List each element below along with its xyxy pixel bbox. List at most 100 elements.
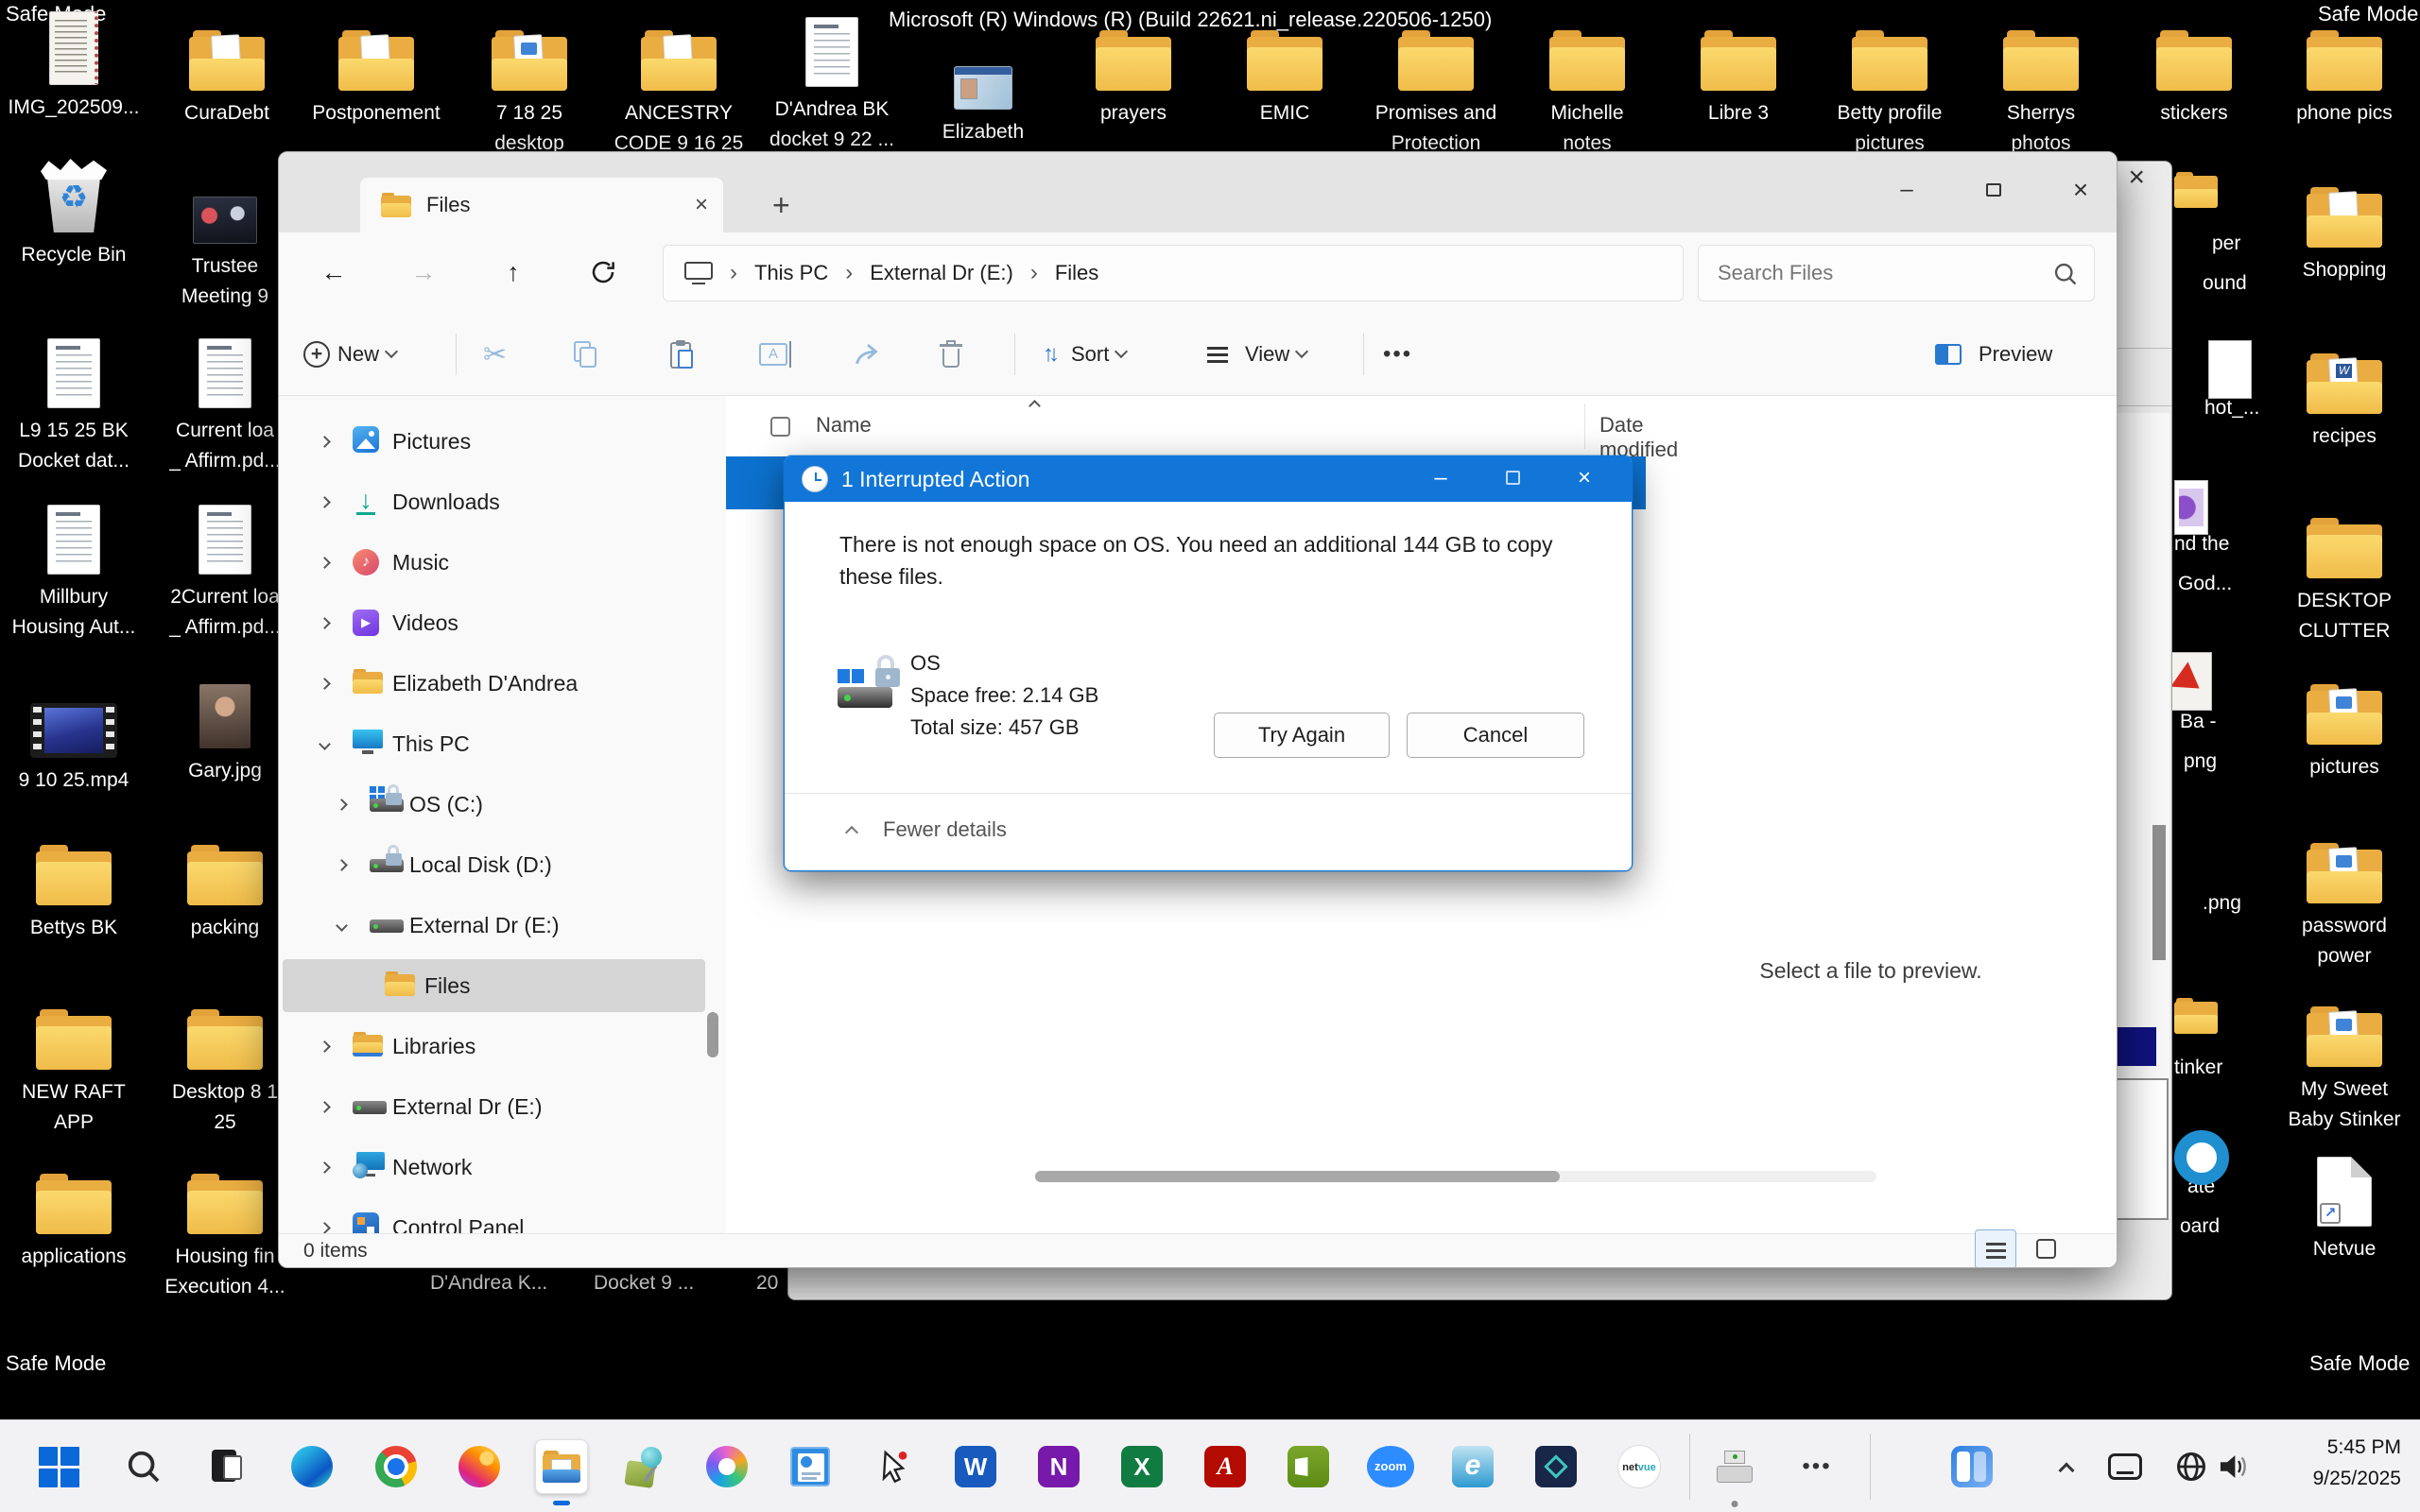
desktop-icon-desktop-clutter[interactable]: DESKTOPCLUTTER [2269, 503, 2420, 646]
sidebar-item-files[interactable]: Files [283, 959, 705, 1012]
scrollbar-thumb[interactable] [1035, 1171, 1560, 1182]
chevron-right-icon[interactable] [319, 557, 331, 569]
desktop-icon-prayers[interactable]: prayers [1058, 15, 1209, 129]
share-button[interactable] [852, 326, 884, 383]
close-button[interactable]: × [1556, 456, 1613, 502]
taskbar-button-acrobat[interactable]: A [1199, 1439, 1252, 1494]
sidebar-item-local-disk-d[interactable]: Local Disk (D:) [283, 838, 705, 891]
desktop-icon-betty-profile-pictures[interactable]: Betty profilepictures [1814, 15, 1965, 159]
search-box[interactable] [1698, 245, 2095, 301]
sidebar-item-control-panel[interactable]: Control Panel [283, 1201, 705, 1233]
desktop-icon-applications[interactable]: applications [0, 1159, 149, 1272]
taskbar-button-cursor-app[interactable] [867, 1439, 920, 1494]
desktop-icon-recycle-bin[interactable]: ♻Recycle Bin [0, 157, 149, 270]
breadcrumb-chevron-icon[interactable]: › [1030, 260, 1038, 286]
delete-button[interactable] [939, 326, 963, 383]
taskbar-button-touch-keyboard[interactable] [2099, 1439, 2152, 1494]
sidebar-item-elizabeth-dandrea[interactable]: Elizabeth D'Andrea [283, 657, 705, 710]
taskbar-button-copilot[interactable] [700, 1439, 753, 1494]
taskbar-button-search[interactable] [117, 1439, 170, 1494]
desktop-icon-curadebt[interactable]: CuraDebt [151, 15, 302, 129]
desktop-icon-img-202509[interactable]: IMG_202509... [0, 9, 149, 123]
taskbar-clock[interactable]: 5:45 PM 9/25/2025 [2313, 1432, 2401, 1494]
taskbar-button-chevron-up[interactable] [2040, 1439, 2093, 1494]
taskbar-button-task-view[interactable] [200, 1439, 253, 1494]
up-button[interactable]: ↑ [487, 246, 540, 299]
new-button[interactable]: + New [303, 326, 396, 383]
chevron-right-icon[interactable] [319, 1222, 331, 1233]
breadcrumb-chevron-icon[interactable]: › [845, 260, 853, 286]
sidebar-item-downloads[interactable]: ↓Downloads [283, 475, 705, 528]
taskbar-button-diamond-app[interactable] [1530, 1439, 1582, 1494]
minimize-button[interactable]: – [1412, 456, 1469, 502]
tab-files[interactable]: Files × [360, 178, 723, 232]
desktop-icon-l9-15-25-bk-docket[interactable]: L9 15 25 BKDocket dat... [0, 333, 149, 476]
breadcrumb-item[interactable]: Files [1055, 261, 1098, 285]
sidebar-item-os-c[interactable]: OS (C:) [283, 778, 705, 831]
chevron-right-icon[interactable] [319, 496, 331, 508]
maximize-button[interactable] [1963, 169, 2024, 211]
desktop-icon-libre-3[interactable]: Libre 3 [1663, 15, 1814, 129]
dialog-title-bar[interactable]: 1 Interrupted Action – × [785, 456, 1632, 502]
desktop-icon-dandrea-bk-docket[interactable]: D'Andrea BKdocket 9 22 ... [756, 11, 908, 155]
chevron-down-icon[interactable] [319, 738, 331, 750]
column-divider[interactable] [1584, 404, 1585, 449]
desktop-icon-my-sweet-baby-stinker[interactable]: My SweetBaby Stinker [2269, 991, 2420, 1135]
taskbar-button-zoom-app[interactable]: zoom [1364, 1439, 1417, 1494]
desktop-icon-netvue[interactable]: ↗Netvue [2269, 1151, 2420, 1264]
maximize-button[interactable] [1484, 456, 1541, 502]
desktop-icon-promises-and-protection[interactable]: Promises andProtection [1360, 15, 1512, 159]
desktop-icon-9-10-25-mp4[interactable]: 9 10 25.mp4 [0, 682, 149, 796]
chevron-right-icon[interactable] [336, 859, 348, 871]
chevron-right-icon[interactable] [319, 1040, 331, 1053]
close-icon[interactable]: × [2128, 162, 2145, 194]
close-button[interactable]: × [2050, 169, 2111, 211]
sort-button[interactable]: ↑↓ Sort [1043, 326, 1126, 383]
select-all-checkbox[interactable] [770, 417, 790, 437]
sidebar-item-network[interactable]: Network [283, 1141, 705, 1194]
forward-button[interactable]: → [397, 246, 450, 299]
desktop-icon-postponement[interactable]: Postponement [301, 15, 452, 129]
taskbar-button-pushpin-app[interactable] [617, 1439, 670, 1494]
taskbar-button-start[interactable] [32, 1439, 85, 1494]
desktop-icon-phone-pics[interactable]: phone pics [2269, 15, 2420, 129]
desktop-icon-sherrys-photos[interactable]: Sherrysphotos [1965, 15, 2117, 159]
tab-close-icon[interactable]: × [695, 192, 708, 218]
chevron-right-icon[interactable] [319, 1101, 331, 1113]
desktop-icon-emic[interactable]: EMIC [1209, 15, 1360, 129]
copy-button[interactable] [574, 326, 598, 383]
taskbar-button-chrome[interactable] [370, 1439, 423, 1494]
thumbnail-view-button[interactable] [2026, 1229, 2067, 1268]
desktop-icon-shopping[interactable]: Shopping [2269, 172, 2420, 285]
desktop-icon-millbury-housing[interactable]: MillburyHousing Aut... [0, 499, 149, 643]
taskbar-button-widgets[interactable] [1945, 1439, 1998, 1494]
sidebar-item-external-dr-e-2[interactable]: External Dr (E:) [283, 1080, 705, 1133]
horizontal-scrollbar[interactable] [1035, 1171, 1876, 1182]
scrollbar-thumb[interactable] [2152, 825, 2166, 960]
preview-toggle-button[interactable]: Preview [1935, 326, 2060, 383]
taskbar-button-more[interactable]: ••• [1790, 1439, 1843, 1494]
scrollbar-thumb[interactable] [707, 1012, 718, 1057]
taskbar-button-ie-app[interactable]: e [1446, 1439, 1499, 1494]
taskbar-button-volume[interactable] [2206, 1439, 2259, 1494]
chevron-right-icon[interactable] [319, 1161, 331, 1174]
desktop-icon-new-raft-app[interactable]: NEW RAFTAPP [0, 994, 149, 1138]
sidebar-item-libraries[interactable]: Libraries [283, 1020, 705, 1073]
taskbar-button-firefox[interactable] [453, 1439, 506, 1494]
address-bar[interactable]: ›This PC›External Dr (E:)›Files [663, 245, 1684, 301]
chevron-right-icon[interactable] [319, 436, 331, 448]
desktop-icon-pictures-folder[interactable]: pictures [2269, 669, 2420, 782]
taskbar-button-printer-3d[interactable] [1708, 1439, 1761, 1494]
try-again-button[interactable]: Try Again [1214, 713, 1390, 758]
paste-button[interactable] [670, 326, 695, 383]
desktop-icon-recipes[interactable]: Wrecipes [2269, 338, 2420, 452]
rename-button[interactable]: A [759, 326, 787, 383]
desktop-icon-ancestry-code[interactable]: ANCESTRYCODE 9 16 25 [603, 15, 754, 159]
desktop-icon-stickers[interactable]: stickers [2118, 15, 2270, 129]
breadcrumb-item[interactable]: This PC [754, 261, 828, 285]
chevron-right-icon[interactable] [336, 799, 348, 811]
desktop-icon-7-18-25-desktop[interactable]: 7 18 25desktop [454, 15, 605, 159]
desktop-icon-bettys-bk[interactable]: Bettys BK [0, 830, 149, 943]
breadcrumb-chevron-icon[interactable]: › [730, 260, 737, 286]
desktop-icon-michelle-notes[interactable]: Michellenotes [1512, 15, 1663, 159]
